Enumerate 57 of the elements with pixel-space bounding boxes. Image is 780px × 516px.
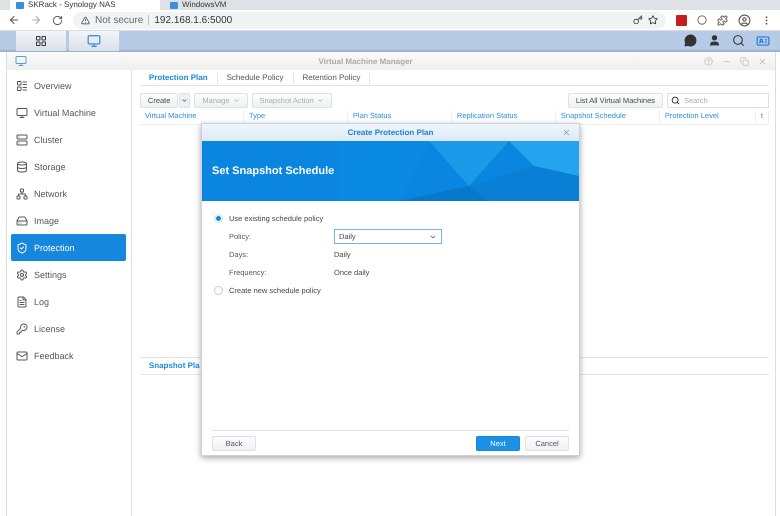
app-icon [15, 55, 27, 67]
key-icon [16, 322, 28, 334]
sidebar-item[interactable]: Log [11, 288, 126, 315]
tab[interactable]: Retention Policy [294, 72, 370, 84]
sidebar-item[interactable]: Feedback [11, 342, 126, 369]
user-icon[interactable] [708, 34, 721, 47]
monitor-icon [16, 106, 28, 118]
search-icon [671, 96, 680, 104]
sidebar-item[interactable]: Protection [11, 234, 126, 261]
tab[interactable]: Protection Plan [140, 72, 218, 84]
reload-icon[interactable] [52, 14, 63, 26]
main-menu-button[interactable] [16, 30, 66, 50]
grid-icon [35, 34, 47, 46]
window-title: Virtual Machine Manager [317, 56, 414, 66]
radio-button[interactable] [214, 214, 223, 222]
chat-icon[interactable] [684, 34, 697, 47]
widgets-icon[interactable] [756, 34, 770, 48]
favicon-icon [170, 2, 178, 8]
document-icon [16, 296, 28, 308]
search-icon[interactable] [732, 34, 745, 47]
extensions-icon[interactable] [717, 14, 728, 26]
network-icon [16, 188, 28, 200]
overview-icon [16, 80, 28, 92]
sidebar-item[interactable]: Overview [11, 72, 126, 99]
browser-tab[interactable]: WindowsVM [164, 0, 314, 10]
sidebar-item[interactable]: Cluster [11, 126, 126, 153]
warning-icon [81, 16, 90, 24]
address-bar[interactable]: Not secure 192.168.1.6:5000 [73, 12, 666, 28]
radio-button[interactable] [214, 286, 223, 294]
sidebar-item[interactable]: Settings [11, 261, 126, 288]
caret-icon [232, 96, 240, 104]
url-text: 192.168.1.6:5000 [154, 14, 232, 26]
security-label: Not secure [95, 14, 144, 26]
caret-icon [316, 96, 324, 104]
browser-tab[interactable]: SKRack - Synology NAS [10, 0, 160, 10]
monitor-icon [87, 34, 101, 48]
tab[interactable]: Schedule Policy [218, 72, 294, 84]
sidebar-item[interactable]: License [11, 315, 126, 342]
key-icon[interactable] [633, 15, 643, 25]
shield-icon [16, 242, 28, 254]
favicon-icon [16, 2, 24, 8]
dialog-heading: Set Snapshot Schedule [212, 165, 334, 177]
caret-icon [181, 96, 188, 104]
settings-icon [16, 268, 28, 280]
pdf-extension-icon[interactable] [676, 14, 687, 26]
database-icon [16, 160, 28, 172]
back-icon[interactable] [8, 14, 20, 26]
mail-icon [16, 350, 28, 362]
circle-extension-icon[interactable] [697, 15, 707, 25]
sidebar-item[interactable]: Virtual Machine [11, 99, 126, 126]
sidebar-item[interactable]: Network [11, 180, 126, 207]
profile-icon[interactable] [738, 14, 751, 26]
dialog-title: Create Protection Plan [346, 128, 434, 137]
sidebar-item[interactable]: Image [11, 207, 126, 234]
star-icon[interactable] [648, 15, 658, 25]
server-icon [16, 134, 28, 146]
sidebar-item[interactable]: Storage [11, 153, 126, 180]
